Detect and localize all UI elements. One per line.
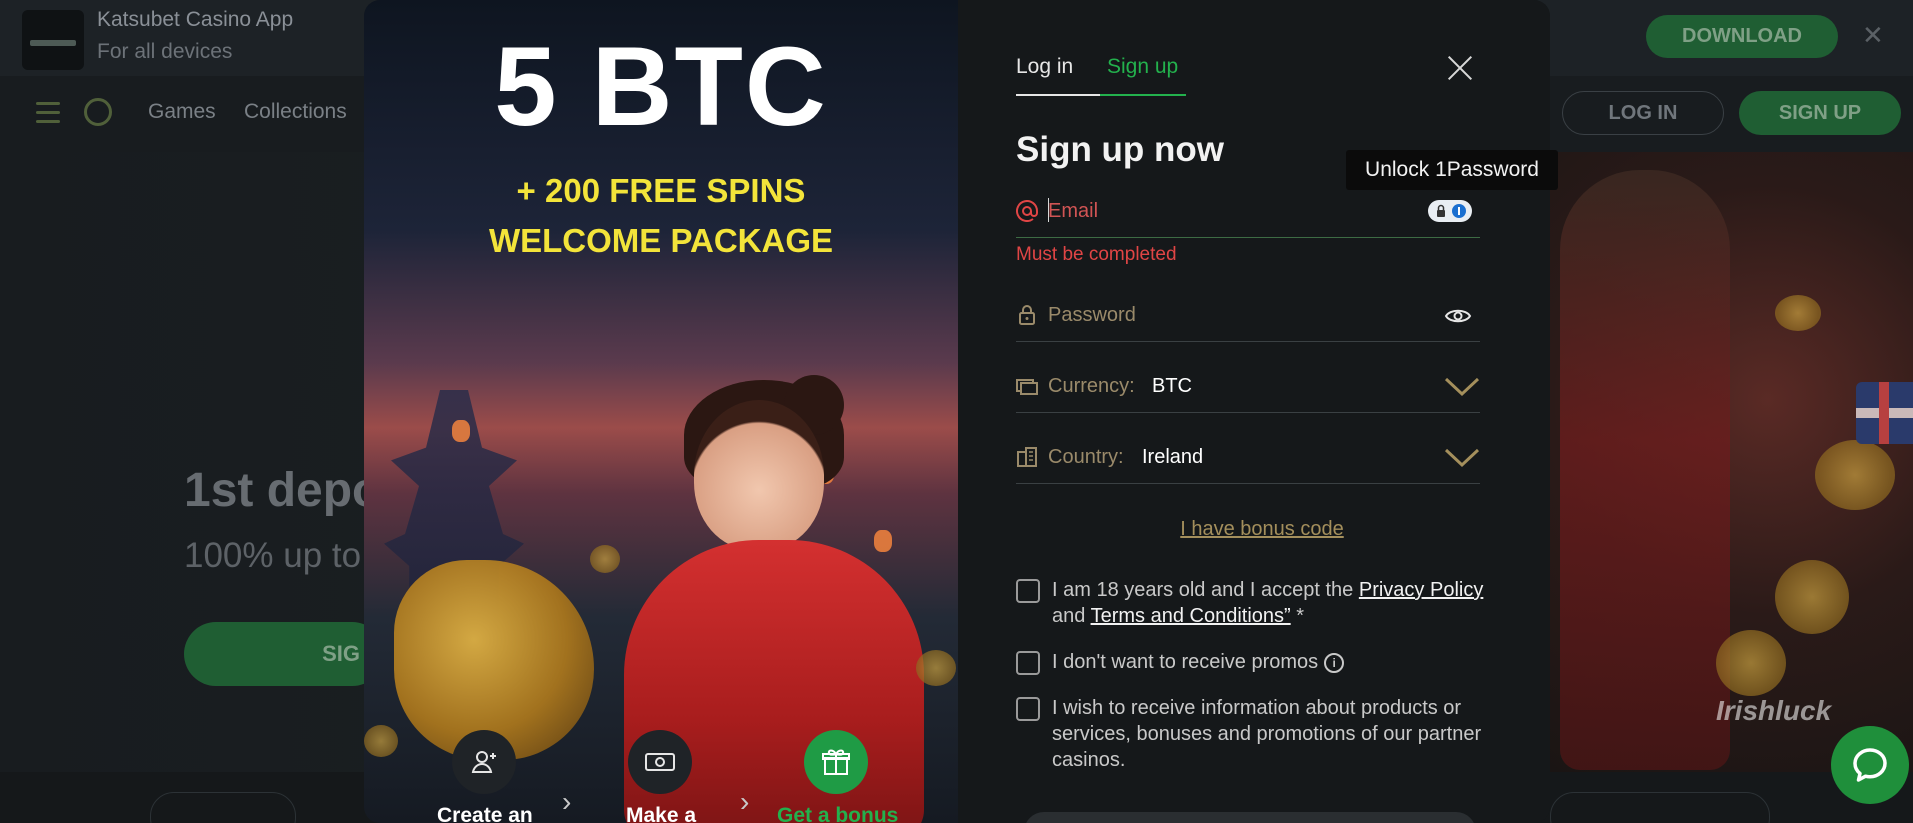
email-field[interactable]: Email	[1016, 188, 1480, 238]
eye-icon[interactable]	[1444, 306, 1472, 326]
terms-prefix: I am 18 years old and I accept the	[1052, 579, 1359, 601]
promos-checkbox-row: I don't want to receive promos i	[1016, 649, 1486, 677]
bonus-code-link[interactable]: I have bonus code	[958, 518, 1550, 541]
terms-checkbox[interactable]	[1016, 579, 1040, 603]
promo-free-spins: + 200 FREE SPINS	[516, 172, 806, 209]
collections-chip[interactable]	[1550, 792, 1770, 823]
app-banner-subtitle: For all devices	[97, 40, 233, 63]
hero-signup-button[interactable]: SIG	[184, 622, 384, 686]
partners-text: I wish to receive information about prod…	[1052, 697, 1482, 771]
terms-and: and	[1052, 605, 1091, 627]
promo-amount: 5 BTC	[494, 24, 828, 149]
info-icon[interactable]: i	[1324, 652, 1345, 673]
page: Katsubet Casino App For all devices DOWN…	[0, 0, 1913, 823]
app-banner-title: Katsubet Casino App	[97, 8, 294, 31]
email-placeholder: Email	[1048, 200, 1099, 222]
lantern-decoration	[874, 530, 892, 552]
currency-icon	[1016, 375, 1038, 397]
coin-decoration	[916, 650, 956, 686]
form-heading: Sign up now	[1016, 130, 1225, 169]
lock-icon	[1016, 304, 1038, 326]
country-value: Ireland	[1142, 446, 1204, 468]
lobby-chip[interactable]	[150, 792, 296, 823]
currency-label: Currency:	[1048, 375, 1135, 397]
nav-link-games[interactable]: Games	[148, 100, 216, 124]
close-modal-icon[interactable]	[1442, 50, 1478, 86]
watermark: Irishluck	[1716, 695, 1832, 726]
terms-checkbox-row: I am 18 years old and I accept the Priva…	[1016, 577, 1486, 631]
password-placeholder: Password	[1048, 304, 1136, 326]
signup-form: Log in Sign up Sign up now Email Must be…	[958, 0, 1550, 823]
coin-decoration	[590, 545, 620, 573]
nav-link-collections[interactable]: Collections	[244, 100, 347, 124]
app-logo	[22, 10, 84, 70]
character-face	[694, 400, 824, 550]
header-signup-button[interactable]: SIGN UP	[1739, 91, 1901, 135]
step-create-account-icon	[452, 730, 516, 794]
password-field[interactable]: Password	[1016, 292, 1480, 342]
tab-login[interactable]: Log in	[1016, 55, 1073, 79]
tab-login-underline	[1016, 94, 1100, 96]
chevron-right-icon: ›	[562, 786, 572, 817]
menu-icon[interactable]	[36, 102, 60, 124]
step-deposit-icon	[628, 730, 692, 794]
terms-text: I am 18 years old and I accept the Priva…	[1052, 577, 1492, 629]
terms-required-mark: *	[1290, 605, 1305, 627]
partners-checkbox[interactable]	[1016, 697, 1040, 721]
coin-decoration	[1815, 440, 1895, 510]
signup-submit-button[interactable]	[1024, 812, 1476, 823]
dragon-illustration	[394, 560, 594, 760]
search-icon[interactable]	[84, 98, 112, 126]
onepassword-tooltip: Unlock 1Password	[1346, 150, 1558, 190]
coin-decoration	[1716, 630, 1786, 696]
step-label-bonus: Get a bonus	[777, 804, 899, 823]
promos-checkbox[interactable]	[1016, 651, 1040, 675]
promo-panel: 5 BTC + 200 FREE SPINS WELCOME PACKAGE ›…	[364, 0, 958, 823]
chat-icon	[1853, 748, 1887, 782]
promo-welcome-package: WELCOME PACKAGE	[488, 222, 834, 259]
language-flag-icon[interactable]	[1856, 382, 1913, 444]
step-label-create: Create an	[437, 804, 533, 823]
header-login-button[interactable]: LOG IN	[1562, 91, 1724, 135]
coin-decoration	[364, 725, 398, 757]
close-icon[interactable]: ✕	[1862, 20, 1884, 51]
onepassword-icon[interactable]	[1428, 200, 1472, 222]
privacy-policy-link[interactable]: Privacy Policy	[1359, 579, 1483, 601]
download-button[interactable]: DOWNLOAD	[1646, 15, 1838, 58]
partners-checkbox-row: I wish to receive information about prod…	[1016, 695, 1486, 775]
chat-button[interactable]	[1831, 726, 1909, 804]
step-bonus-icon	[804, 730, 868, 794]
email-error-message: Must be completed	[1016, 244, 1177, 265]
tab-signup-underline	[1100, 94, 1186, 96]
hero-title: 1st depo	[184, 464, 382, 517]
currency-select[interactable]: Currency: BTC	[1016, 363, 1480, 413]
at-icon	[1016, 200, 1038, 222]
lantern-decoration	[452, 420, 470, 442]
currency-value: BTC	[1152, 375, 1192, 397]
hero-subtitle: 100% up to	[184, 536, 362, 575]
country-label: Country:	[1048, 446, 1124, 468]
tab-signup[interactable]: Sign up	[1107, 55, 1178, 79]
promos-label: I don't want to receive promos	[1052, 651, 1319, 673]
background-character	[1560, 170, 1730, 770]
chevron-down-icon	[1444, 377, 1480, 397]
step-label-deposit: Make a	[626, 804, 697, 823]
terms-conditions-link[interactable]: Terms and Conditions”	[1091, 605, 1291, 627]
coin-decoration	[1775, 560, 1849, 634]
signup-modal: 5 BTC + 200 FREE SPINS WELCOME PACKAGE ›…	[364, 0, 1550, 823]
building-icon	[1016, 446, 1038, 468]
chevron-right-icon: ›	[740, 786, 750, 817]
country-select[interactable]: Country: Ireland	[1016, 434, 1480, 484]
chevron-down-icon	[1444, 448, 1480, 468]
promos-text: I don't want to receive promos i	[1052, 649, 1492, 675]
coin-decoration	[1775, 295, 1821, 331]
